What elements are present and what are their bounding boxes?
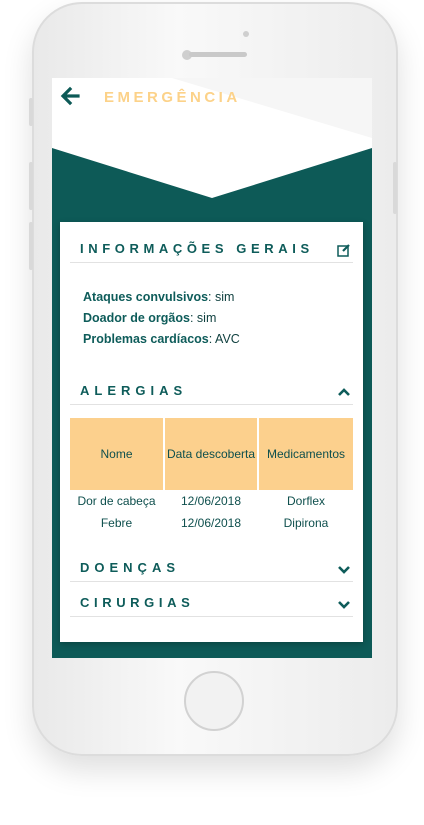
table-cell-date: 12/06/2018 xyxy=(180,516,242,530)
section-allergies[interactable]: ALERGIAS xyxy=(70,382,353,405)
section-allergies-title: ALERGIAS xyxy=(80,383,188,398)
volume-down-button xyxy=(29,222,33,270)
table-cell-date: 12/06/2018 xyxy=(180,494,242,508)
section-general-info: INFORMAÇÕES GERAIS xyxy=(70,240,353,263)
home-button[interactable] xyxy=(184,671,244,731)
info-value-organ-donor: sim xyxy=(196,311,217,325)
section-surgeries[interactable]: CIRURGIAS xyxy=(70,594,353,617)
section-surgeries-title: CIRURGIAS xyxy=(80,595,195,610)
section-general-info-title: INFORMAÇÕES GERAIS xyxy=(80,241,314,256)
info-item-seizures: Ataques convulsivos: sim xyxy=(83,290,235,304)
table-cell-name: Febre xyxy=(100,516,133,530)
emergency-card: INFORMAÇÕES GERAIS Ataques convulsivos: … xyxy=(60,222,363,642)
section-diseases[interactable]: DOENÇAS xyxy=(70,559,353,582)
info-value-seizures: sim xyxy=(215,290,235,304)
column-header-name: Nome xyxy=(70,418,163,490)
edit-icon[interactable] xyxy=(337,243,351,257)
app-header: EMERGÊNCIA xyxy=(52,78,372,148)
page-title: EMERGÊNCIA xyxy=(104,89,241,106)
table-cell-medication: Dipirona xyxy=(283,516,329,530)
allergies-table-header: Nome Data descoberta Medicamentos xyxy=(70,418,353,490)
chevron-up-icon[interactable] xyxy=(337,385,351,399)
volume-up-button xyxy=(29,162,33,210)
silent-switch xyxy=(29,98,33,126)
section-diseases-title: DOENÇAS xyxy=(80,560,181,575)
info-value-heart-problems: AVC xyxy=(215,332,240,346)
column-header-date: Data descoberta xyxy=(165,418,257,490)
power-button xyxy=(393,162,397,214)
info-label-heart-problems: Problemas cardíacos xyxy=(83,332,209,346)
chevron-down-icon[interactable] xyxy=(337,597,351,611)
sensor-dot xyxy=(243,31,249,37)
app-screen: EMERGÊNCIA INFORMAÇÕES GERAIS Ataques co… xyxy=(52,78,372,658)
chevron-down-icon[interactable] xyxy=(337,562,351,576)
info-item-heart-problems: Problemas cardíacos: AVC xyxy=(83,332,240,346)
info-label-seizures: Ataques convulsivos xyxy=(83,290,209,304)
column-header-medication: Medicamentos xyxy=(259,418,353,490)
table-cell-name: Dor de cabeça xyxy=(77,494,156,508)
info-label-organ-donor: Doador de orgãos xyxy=(83,311,190,325)
arrow-left-icon[interactable] xyxy=(58,84,82,108)
table-cell-medication: Dorflex xyxy=(286,494,325,508)
earpiece-speaker xyxy=(189,52,247,57)
info-item-organ-donor: Doador de orgãos: sim xyxy=(83,311,217,325)
